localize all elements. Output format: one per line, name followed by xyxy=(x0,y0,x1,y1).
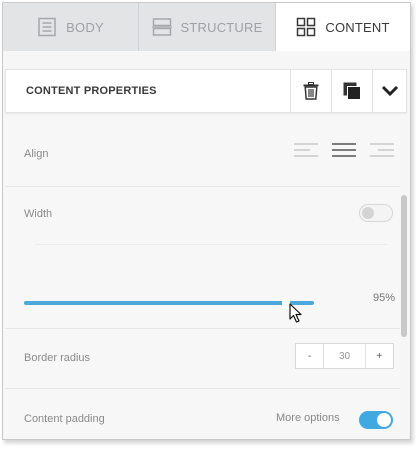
border-radius-input[interactable]: 30 xyxy=(324,344,364,368)
width-slider-track[interactable] xyxy=(24,301,314,305)
toggle-knob xyxy=(377,413,391,427)
content-properties-header: CONTENT PROPERTIES xyxy=(5,69,407,113)
tab-bar: BODY STRUCTURE CONTENT xyxy=(3,3,410,51)
tab-content-label: CONTENT xyxy=(325,19,390,35)
tab-structure-label: STRUCTURE xyxy=(180,19,263,35)
align-label: Align xyxy=(24,148,49,160)
tab-body[interactable]: BODY xyxy=(3,3,139,51)
toggle-knob xyxy=(362,207,374,219)
duplicate-button[interactable] xyxy=(331,70,372,112)
trash-icon xyxy=(303,82,319,100)
document-icon xyxy=(37,17,57,37)
editor-sidebar: BODY STRUCTURE CONTENT CONTENT PROPERTIE… xyxy=(2,2,411,440)
divider xyxy=(35,244,387,245)
border-radius-stepper: - 30 + xyxy=(295,343,394,369)
tab-body-label: BODY xyxy=(66,19,104,35)
align-center-icon[interactable] xyxy=(332,142,356,158)
align-right-icon[interactable] xyxy=(370,142,394,158)
decrement-button[interactable]: - xyxy=(296,344,325,368)
more-options-toggle[interactable] xyxy=(359,411,393,429)
width-toggle[interactable] xyxy=(359,204,393,222)
collapse-button[interactable] xyxy=(372,70,406,112)
width-row: Width 95% xyxy=(5,187,400,329)
content-padding-row: Content padding More options xyxy=(5,389,400,439)
align-options xyxy=(294,142,394,158)
grid-icon xyxy=(296,17,316,37)
width-label: Width xyxy=(24,208,53,220)
increment-button[interactable]: + xyxy=(364,344,393,368)
border-radius-row: Border radius - 30 + xyxy=(5,329,400,389)
delete-button[interactable] xyxy=(290,70,331,112)
chevron-down-icon xyxy=(381,85,399,97)
content-properties-title: CONTENT PROPERTIES xyxy=(26,85,157,97)
tab-structure[interactable]: STRUCTURE xyxy=(139,3,276,51)
align-left-icon[interactable] xyxy=(294,142,318,158)
width-value-label: 95% xyxy=(372,292,395,304)
border-radius-label: Border radius xyxy=(24,352,91,364)
cursor-icon xyxy=(289,303,303,328)
tab-content[interactable]: CONTENT xyxy=(276,3,410,51)
more-options-label: More options xyxy=(276,412,340,424)
scrollbar[interactable] xyxy=(401,195,407,337)
structure-rows-icon xyxy=(151,17,172,37)
align-row: Align xyxy=(5,121,400,187)
content-properties-panel: CONTENT PROPERTIES Align Width 95% Borde… xyxy=(3,51,410,439)
content-padding-label: Content padding xyxy=(24,413,105,425)
duplicate-icon xyxy=(343,82,361,100)
